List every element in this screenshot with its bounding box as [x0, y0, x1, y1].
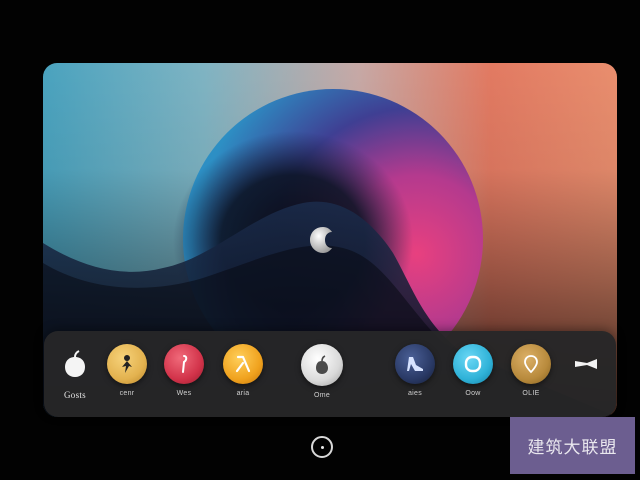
- lambda-icon: [223, 344, 263, 384]
- dock-app-6[interactable]: aies: [385, 344, 445, 397]
- app-label: Ome: [313, 392, 331, 399]
- dock-app-2[interactable]: cenr: [97, 344, 157, 397]
- apple-icon: [301, 344, 343, 386]
- dock-app-9[interactable]: [556, 344, 616, 390]
- app-label: Gosts: [63, 390, 86, 400]
- watermark: 建筑大联盟: [510, 417, 635, 474]
- location-icon: [511, 344, 551, 384]
- app-label: OLIE: [522, 390, 540, 397]
- trumpet-icon: [566, 344, 606, 384]
- app-label: Wes: [176, 390, 192, 397]
- dock-app-7[interactable]: Oow: [443, 344, 503, 397]
- apple-icon: [55, 344, 95, 384]
- dock-app-5[interactable]: Ome: [292, 344, 352, 399]
- screen: Gosts cenr Wes aria Ome aies Oow OLIE 建筑…: [0, 0, 640, 480]
- app-label: cenr: [119, 390, 135, 397]
- dock-app-1[interactable]: Gosts: [45, 344, 105, 400]
- home-button[interactable]: [311, 436, 333, 458]
- ring-icon: [453, 344, 493, 384]
- app-label: aies: [407, 390, 423, 397]
- home-button-icon: [320, 445, 324, 449]
- figure-icon: [107, 344, 147, 384]
- app-label: aria: [236, 390, 250, 397]
- apple-logo-icon: [310, 227, 332, 253]
- dock-app-4[interactable]: aria: [213, 344, 273, 397]
- pin-icon: [164, 344, 204, 384]
- app-label: Oow: [465, 390, 481, 397]
- dock-app-3[interactable]: Wes: [154, 344, 214, 397]
- heel-icon: [395, 344, 435, 384]
- dock-app-8[interactable]: OLIE: [501, 344, 561, 397]
- watermark-text: 建筑大联盟: [527, 438, 618, 457]
